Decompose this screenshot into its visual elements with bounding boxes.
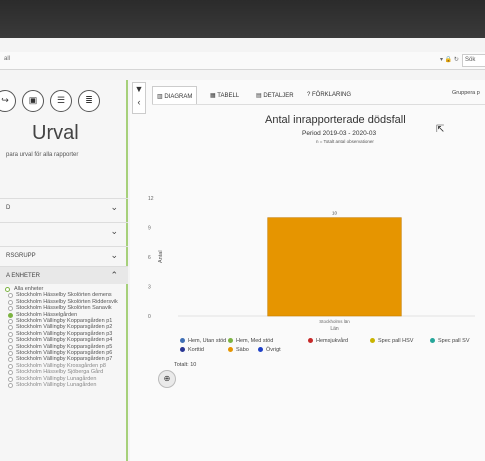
share-button[interactable]: ↪ [0, 90, 16, 112]
bar-chart: 0 3 6 9 12 Antal 10 Stockholms län Län [148, 196, 475, 332]
radio-icon[interactable] [8, 319, 13, 325]
legend-swatch [308, 338, 313, 343]
tree-item-label: Stockholm Hässelby Skolörten demens [16, 292, 112, 299]
delete-icon: ≣ [85, 95, 93, 105]
radio-icon[interactable] [8, 363, 13, 369]
report-panel: ▼ ‹ ▥ DIAGRAM ▦ TABELL ▤ DETALJER ? FÖRK… [130, 80, 485, 461]
legend-item[interactable]: Spec pall SV [430, 338, 470, 344]
legend-label: Hemsjukvård [316, 338, 349, 344]
address-url[interactable]: all [4, 56, 10, 62]
chevron-down-icon: ⌄ [110, 226, 118, 236]
section-d[interactable]: D ⌄ [0, 198, 128, 216]
radio-icon[interactable] [8, 293, 13, 299]
legend-label: Säbo [236, 347, 249, 353]
monitor-bezel [0, 0, 485, 38]
tree-item-label: Stockholm Vällingby Kopparsgården p5 [16, 343, 113, 350]
radio-icon[interactable] [8, 331, 13, 337]
tree-item[interactable]: Stockholm Vällingby Lunagården [4, 382, 126, 389]
radio-icon[interactable] [8, 357, 13, 363]
tree-item-label: Stockholm Vällingby Kopparsgården p7 [16, 356, 113, 363]
legend-swatch [180, 347, 185, 352]
browser-window: all ▾ 🔒 ↻ Sök ↪ ▣ ☰ ≣ Urval para urval f… [0, 38, 485, 461]
zoom-icon: ⊕ [163, 374, 171, 383]
legend-label: Korttid [188, 347, 204, 353]
legend-swatch [430, 338, 435, 343]
y-tick-label: 6 [148, 255, 151, 261]
radio-icon[interactable] [5, 287, 10, 292]
legend-swatch [228, 338, 233, 343]
tree-item-label: Stockholm Hässelgården [16, 311, 78, 318]
radio-icon[interactable] [8, 325, 13, 331]
legend-item[interactable]: Korttid [180, 347, 204, 353]
legend-swatch [258, 347, 263, 352]
chevron-down-icon: ⌄ [110, 202, 118, 212]
section-label: D [6, 205, 11, 211]
legend-label: Hem, Utan stöd [188, 338, 227, 344]
radio-icon[interactable] [8, 344, 13, 350]
bar-data-label: 10 [332, 211, 338, 216]
tree-item-label: Stockholm Vällingby Krossgården p8 [16, 362, 106, 369]
radio-icon[interactable] [8, 299, 13, 305]
radio-icon[interactable] [8, 351, 13, 357]
legend-label: Spec pall SV [438, 338, 470, 344]
tree-item-label: Stockholm Vällingby Lunagården [16, 382, 97, 389]
selection-sidebar: ↪ ▣ ☰ ≣ Urval para urval för alla rappor… [0, 80, 128, 461]
chevron-up-icon: ⌃ [110, 270, 118, 280]
legend-item[interactable]: Säbo [228, 347, 249, 353]
legend-item[interactable]: Övrigt [258, 347, 281, 353]
y-tick-label: 9 [148, 226, 151, 232]
y-axis-label: Antal [158, 250, 164, 263]
legend-swatch [370, 338, 375, 343]
x-axis-label: Län [330, 326, 339, 332]
legend-label: Hem, Med stöd [236, 338, 274, 344]
sidebar-subtitle: para urval för alla rapporter [6, 152, 79, 158]
radio-icon[interactable] [8, 312, 13, 318]
sidebar-title: Urval [32, 122, 79, 144]
section-label: RSGRUPP [6, 253, 36, 259]
section-enheter[interactable]: A ENHETER ⌃ [0, 266, 128, 284]
tree-item-label: Stockholm Vällingby Kopparsgården p2 [16, 324, 113, 331]
x-tick-label: Stockholms län [319, 319, 350, 324]
radio-icon[interactable] [8, 376, 13, 382]
share-icon: ↪ [1, 95, 9, 105]
address-bar: all ▾ 🔒 ↻ Sök [0, 52, 485, 70]
tree-item-label: Stockholm Vällingby Kopparsgården p4 [16, 337, 113, 344]
tree-item-label: Alla enheter [14, 286, 44, 292]
legend-swatch [180, 338, 185, 343]
list-icon: ☰ [56, 95, 66, 105]
legend-label: Spec pall HSV [378, 338, 414, 344]
tree-item-label: Stockholm Vällingby Lunagården [16, 375, 97, 382]
save-button[interactable]: ▣ [22, 90, 44, 112]
section-rsgrupp[interactable]: RSGRUPP ⌄ [0, 246, 128, 264]
bar [267, 217, 402, 317]
tree-item-label: Stockholm Hässelby Skolörten Sanavik [16, 305, 112, 312]
section-2[interactable]: ⌄ [0, 222, 128, 240]
legend-item[interactable]: Hem, Utan stöd [180, 338, 226, 344]
radio-icon[interactable] [8, 383, 13, 389]
save-icon: ▣ [28, 95, 38, 105]
tree-item-label: Stockholm Vällingby Kopparsgården p3 [16, 330, 113, 337]
radio-icon[interactable] [8, 370, 13, 376]
legend-item[interactable]: Spec pall HSV [370, 338, 413, 344]
tree-item-label: Stockholm Hässelby Sjöberga Gård [16, 369, 104, 376]
y-tick-label: 12 [148, 196, 154, 202]
unit-tree: Alla enheter Stockholm Hässelby Skolörten… [4, 286, 126, 389]
chevron-down-icon: ⌄ [110, 250, 118, 260]
legend-item[interactable]: Hemsjukvård [308, 338, 348, 344]
legend-swatch [228, 347, 233, 352]
radio-icon[interactable] [8, 338, 13, 344]
list-button[interactable]: ☰ [50, 90, 72, 112]
section-label: A ENHETER [6, 273, 41, 279]
y-tick-label: 0 [148, 314, 151, 320]
legend-item[interactable]: Hem, Med stöd [228, 338, 273, 344]
address-tools[interactable]: ▾ 🔒 ↻ [440, 56, 459, 63]
tree-item-label: Stockholm Hässelby Skolörten Riddersvik [16, 298, 118, 305]
delete-button[interactable]: ≣ [78, 90, 100, 112]
legend-label: Övrigt [266, 347, 281, 353]
total-count: Totalt: 10 [174, 362, 197, 368]
y-tick-label: 3 [148, 285, 151, 291]
radio-icon[interactable] [8, 306, 13, 312]
zoom-button[interactable]: ⊕ [158, 370, 176, 388]
search-box[interactable]: Sök [462, 54, 485, 67]
